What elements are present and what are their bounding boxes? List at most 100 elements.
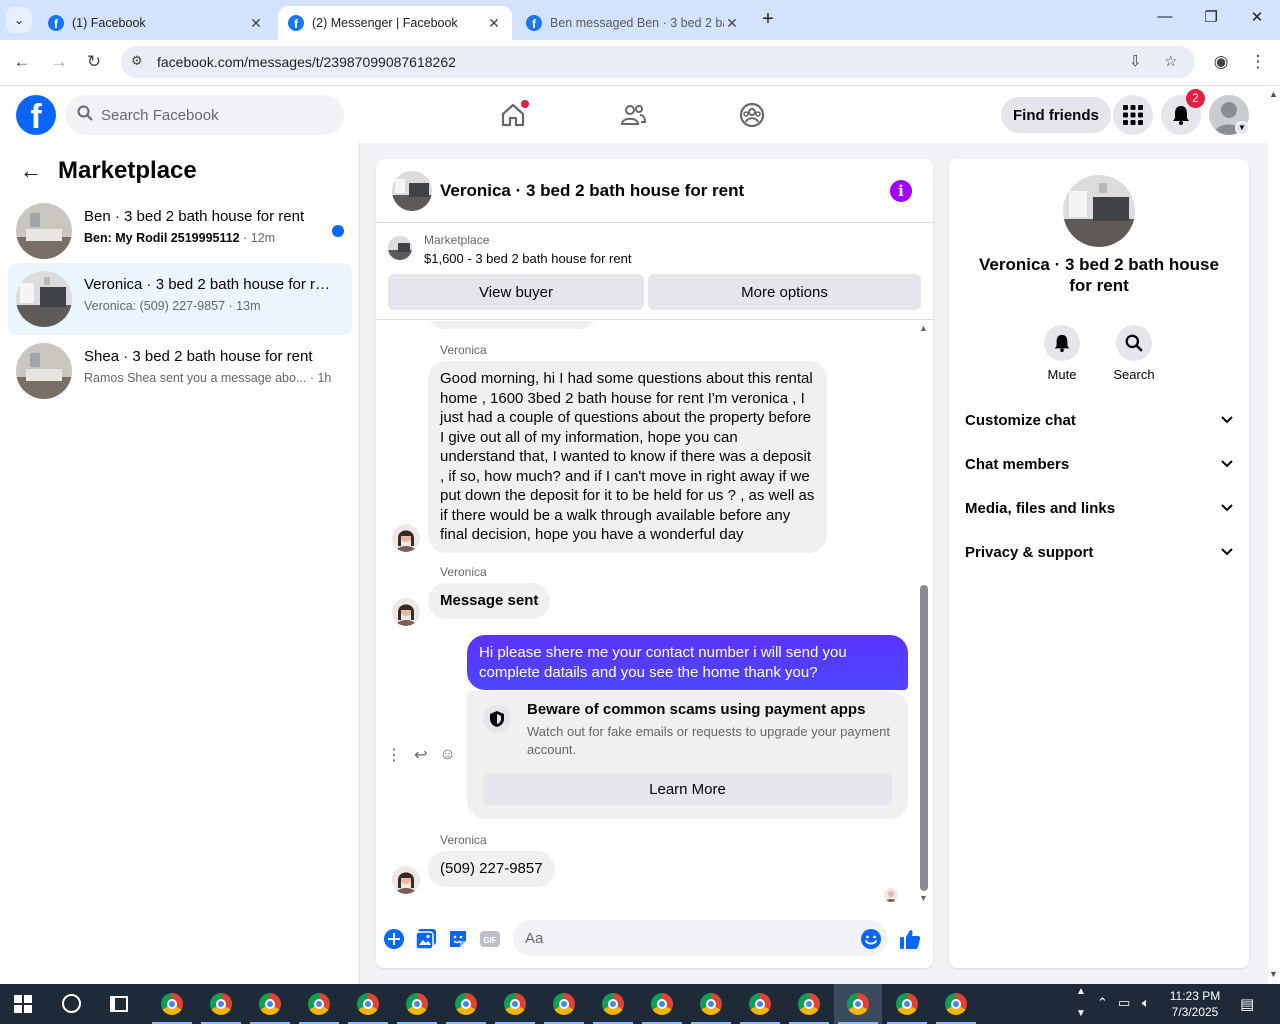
close-tab-icon[interactable]: ✕	[248, 15, 264, 32]
taskbar-chrome-16[interactable]	[883, 984, 931, 1024]
facebook-favicon-icon: f	[288, 15, 304, 31]
task-view-icon[interactable]	[110, 996, 128, 1012]
photo-attach-icon[interactable]	[415, 928, 437, 950]
reload-icon[interactable]: ↻	[83, 52, 105, 72]
message-list[interactable]: Veronica Good morning, hi I had some que…	[376, 321, 933, 906]
conversation-shea[interactable]: Shea · 3 bed 2 bath house for rent Ramos…	[8, 335, 352, 407]
address-bar[interactable]: ⚙ facebook.com/messages/t/23987099087618…	[121, 46, 1195, 78]
taskbar-chrome-5[interactable]	[344, 984, 392, 1024]
site-info-icon[interactable]: ⚙	[131, 53, 143, 69]
gif-icon[interactable]: GIF	[479, 928, 501, 950]
minimize-window-icon[interactable]: —	[1150, 8, 1180, 25]
thumbs-up-icon[interactable]	[899, 928, 921, 950]
taskbar-clock[interactable]: 11:23 PM 7/3/2025	[1164, 988, 1226, 1020]
back-arrow-icon[interactable]: ←	[11, 52, 33, 72]
taskbar-chrome-1[interactable]	[148, 984, 196, 1024]
conversation-ben[interactable]: Ben · 3 bed 2 bath house for rent Ben: M…	[8, 195, 352, 267]
emoji-icon[interactable]	[860, 928, 882, 950]
taskbar-chrome-4[interactable]	[295, 984, 343, 1024]
install-app-icon[interactable]: ⇩	[1129, 52, 1142, 70]
friends-icon[interactable]	[619, 101, 647, 129]
mute-action[interactable]: Mute	[1032, 325, 1092, 382]
scroll-down-arrow-icon[interactable]: ▼	[1269, 969, 1278, 979]
scroll-up-arrow-icon[interactable]: ▲	[1269, 89, 1278, 99]
groups-icon[interactable]	[738, 101, 766, 129]
find-friends-button[interactable]: Find friends	[1001, 97, 1111, 133]
taskbar-scroll-down-icon[interactable]: ▼	[1076, 1008, 1086, 1019]
facebook-search[interactable]	[65, 95, 344, 135]
conversation-veronica[interactable]: Veronica · 3 bed 2 bath house for rent V…	[8, 263, 352, 335]
back-arrow-icon[interactable]: ←	[20, 158, 42, 184]
taskbar-chrome-15-active[interactable]	[834, 984, 882, 1024]
info-icon[interactable]: i	[890, 180, 912, 202]
close-tab-icon[interactable]: ✕	[486, 15, 502, 32]
taskbar-chrome-11[interactable]	[638, 984, 686, 1024]
view-buyer-button[interactable]: View buyer	[388, 274, 644, 310]
tab-search-button[interactable]: ⌄	[6, 7, 32, 33]
search-action[interactable]: Search	[1104, 325, 1164, 382]
taskbar-chrome-9[interactable]	[540, 984, 588, 1024]
chat-listing-photo[interactable]	[392, 171, 432, 211]
section-customize-chat[interactable]: Customize chat	[965, 398, 1233, 442]
browser-tab-facebook[interactable]: f (1) Facebook ✕	[38, 6, 274, 40]
page-scrollbar[interactable]: ▲ ▼	[1268, 87, 1280, 984]
more-actions-icon[interactable]: ⋮	[386, 745, 402, 765]
taskbar-search-icon[interactable]	[62, 994, 81, 1013]
conversation-photo[interactable]	[1063, 175, 1135, 247]
reply-icon[interactable]: ↩	[414, 745, 427, 765]
listing-price-title[interactable]: $1,600 - 3 bed 2 bath house for rent	[424, 251, 631, 266]
chevron-down-icon	[1221, 457, 1233, 471]
close-tab-icon[interactable]: ✕	[724, 15, 740, 32]
taskbar-chrome-17[interactable]	[932, 984, 980, 1024]
profile-icon[interactable]: ◉	[1210, 52, 1232, 72]
incoming-message-bubble[interactable]: Message sent	[428, 583, 551, 619]
outgoing-message-bubble[interactable]: Hi please shere me your contact number i…	[467, 635, 908, 690]
react-emoji-icon[interactable]: ☺	[439, 746, 455, 764]
veronica-avatar[interactable]	[392, 524, 420, 552]
taskbar-scroll-up-icon[interactable]: ▲	[1076, 986, 1086, 997]
browser-tab-ben-message[interactable]: f Ben messaged Ben · 3 bed 2 ba ✕	[516, 6, 750, 40]
scroll-up-arrow-icon[interactable]: ▲	[919, 323, 928, 333]
restore-window-icon[interactable]: ❐	[1196, 8, 1226, 26]
url-text[interactable]: facebook.com/messages/t/2398709908761826…	[157, 54, 456, 70]
plus-circle-icon[interactable]	[383, 928, 405, 950]
more-options-button[interactable]: More options	[648, 274, 921, 310]
taskbar-chrome-3[interactable]	[246, 984, 294, 1024]
menu-button[interactable]	[1113, 95, 1153, 135]
chevron-down-icon[interactable]: ▼	[1235, 121, 1249, 135]
facebook-logo-icon[interactable]: f	[16, 95, 56, 135]
network-icon[interactable]: ▭	[1118, 995, 1130, 1011]
new-tab-button[interactable]: +	[756, 8, 780, 32]
volume-icon[interactable]: 🔈︎	[1142, 995, 1150, 1011]
message-input[interactable]	[513, 920, 887, 956]
browser-menu-icon[interactable]: ⋮	[1247, 52, 1269, 72]
chat-title[interactable]: Veronica · 3 bed 2 bath house for rent	[440, 181, 744, 201]
search-input[interactable]	[101, 106, 321, 124]
action-center-icon[interactable]: ▤	[1240, 995, 1254, 1013]
taskbar-chrome-7[interactable]	[442, 984, 490, 1024]
taskbar-chrome-8[interactable]	[491, 984, 539, 1024]
scrollbar-thumb[interactable]	[920, 585, 928, 891]
forward-arrow-icon[interactable]: →	[48, 52, 70, 72]
browser-tab-messenger[interactable]: f (2) Messenger | Facebook ✕	[278, 6, 512, 40]
sticker-icon[interactable]	[447, 928, 469, 950]
bookmark-star-icon[interactable]: ☆	[1164, 52, 1177, 70]
veronica-avatar[interactable]	[392, 598, 420, 626]
section-privacy-support[interactable]: Privacy & support	[965, 530, 1233, 574]
taskbar-chrome-10[interactable]	[589, 984, 637, 1024]
taskbar-chrome-6[interactable]	[393, 984, 441, 1024]
windows-start-icon[interactable]	[14, 995, 32, 1013]
learn-more-button[interactable]: Learn More	[483, 773, 892, 805]
taskbar-chrome-12[interactable]	[687, 984, 735, 1024]
taskbar-chrome-14[interactable]	[785, 984, 833, 1024]
veronica-avatar[interactable]	[392, 866, 420, 894]
incoming-message-bubble[interactable]: (509) 227-9857	[428, 851, 555, 887]
incoming-message-bubble[interactable]: Good morning, hi I had some questions ab…	[428, 361, 827, 553]
scroll-down-arrow-icon[interactable]: ▼	[919, 893, 928, 903]
close-window-icon[interactable]: ✕	[1242, 8, 1272, 26]
taskbar-chrome-2[interactable]	[197, 984, 245, 1024]
taskbar-chrome-13[interactable]	[736, 984, 784, 1024]
section-chat-members[interactable]: Chat members	[965, 442, 1233, 486]
section-media-files-links[interactable]: Media, files and links	[965, 486, 1233, 530]
show-hidden-icons-icon[interactable]: ⌃	[1097, 995, 1108, 1011]
